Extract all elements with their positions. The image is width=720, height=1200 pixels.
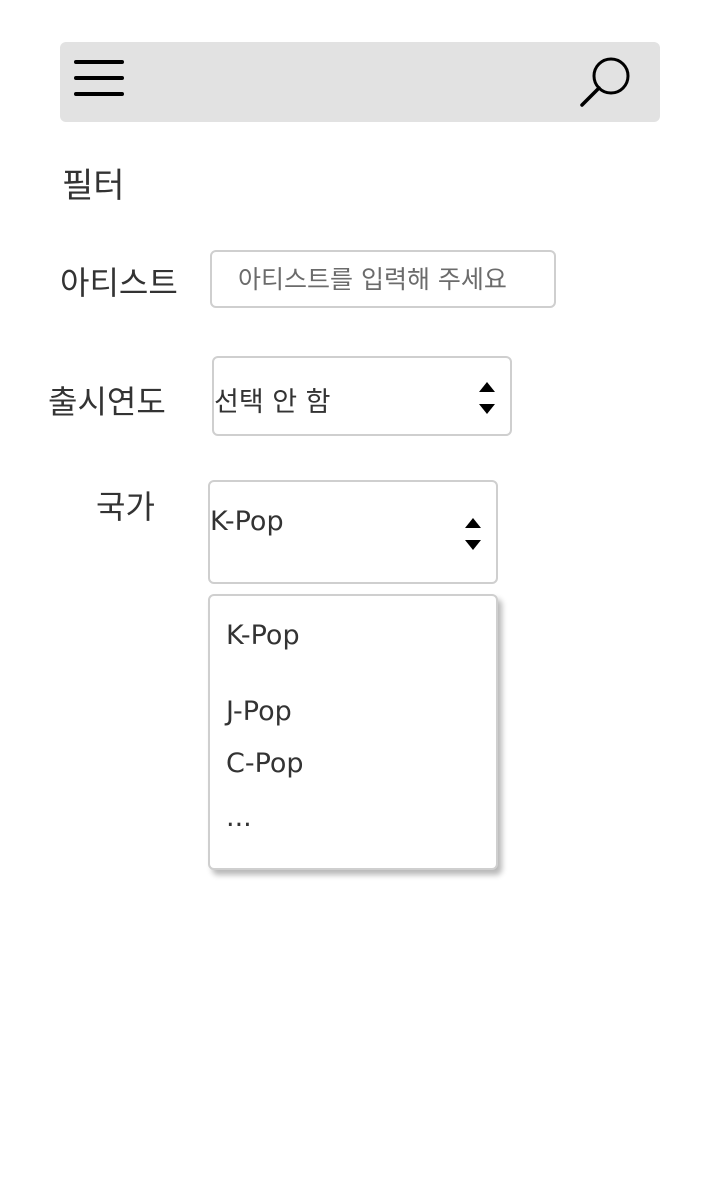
- menu-icon-bar: [74, 76, 124, 80]
- country-select[interactable]: K-Pop: [208, 480, 498, 584]
- release-year-select[interactable]: 선택 안 함: [212, 356, 512, 436]
- select-stepper-icon: [465, 518, 481, 550]
- dropdown-option-cpop[interactable]: C-Pop: [226, 748, 304, 779]
- country-dropdown-list: K-Pop J-Pop C-Pop ...: [208, 594, 498, 870]
- menu-icon-bar: [74, 60, 124, 64]
- country-label: 국가: [96, 488, 155, 526]
- release-year-selected-value: 선택 안 함: [214, 387, 331, 418]
- country-selected-value: K-Pop: [210, 506, 284, 537]
- hamburger-menu-icon[interactable]: [74, 60, 126, 104]
- select-stepper-icon: [479, 382, 495, 414]
- dropdown-option-more[interactable]: ...: [226, 802, 252, 833]
- search-icon[interactable]: [578, 54, 636, 112]
- artist-input[interactable]: [210, 250, 556, 308]
- filter-screen: 필터 아티스트 출시연도 선택 안 함 국가 K-Pop K-Pop J-Pop…: [0, 0, 720, 1200]
- dropdown-option-jpop[interactable]: J-Pop: [226, 696, 292, 727]
- dropdown-option-kpop[interactable]: K-Pop: [226, 620, 300, 651]
- page-title: 필터: [62, 166, 125, 206]
- release-year-label: 출시연도: [48, 383, 166, 421]
- menu-icon-bar: [74, 92, 124, 96]
- top-app-bar: [60, 42, 660, 122]
- artist-label: 아티스트: [60, 264, 178, 302]
